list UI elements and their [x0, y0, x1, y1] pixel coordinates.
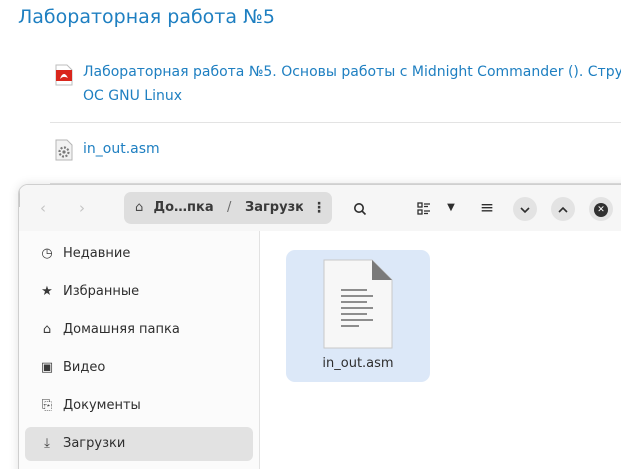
resource-pdf-title-line2: ОС GNU Linux [83, 88, 182, 104]
resource-pdf: Лабораторная работа №5. Основы работы с … [50, 60, 621, 123]
document-icon: ⎘ [41, 398, 53, 413]
close-button[interactable]: ✕ [589, 197, 613, 221]
file-item[interactable]: in_out.asm [286, 250, 430, 382]
gear-file-icon [55, 139, 73, 161]
text-file-icon [323, 259, 393, 349]
chevron-down-icon [520, 206, 530, 213]
resource-asm-link[interactable]: in_out.asm [83, 137, 621, 161]
home-icon: ⌂ [135, 200, 144, 215]
search-icon [354, 202, 367, 215]
resource-pdf-link[interactable]: Лабораторная работа №5. Основы работы с … [83, 60, 621, 108]
resource-asm: in_out.asm [50, 123, 621, 184]
maximize-button[interactable] [551, 197, 575, 221]
close-icon: ✕ [594, 202, 608, 217]
resource-pdf-title-line1: Лабораторная работа №5. Основы работы с … [83, 64, 621, 80]
star-icon: ★ [41, 284, 53, 299]
view-options-dropdown[interactable]: ▼ [443, 195, 459, 221]
download-icon: ⤓ [44, 436, 50, 451]
page: Лабораторная работа №5 Лабораторная рабо… [0, 0, 621, 469]
forward-button[interactable]: › [69, 195, 95, 221]
sidebar-item-label: Загрузки [63, 436, 126, 451]
sidebar-item-label: Избранные [63, 284, 140, 299]
view-mode-button[interactable] [411, 195, 437, 221]
clock-icon: ◷ [41, 246, 53, 261]
sidebar-item-downloads[interactable]: ⤓ Загрузки [25, 427, 253, 461]
list-view-icon [417, 201, 430, 215]
sidebar-item-home[interactable]: ⌂ Домашняя папка [25, 313, 253, 347]
view-button-divider [19, 185, 20, 207]
hamburger-menu-icon: ≡ [479, 198, 495, 218]
chevron-left-icon: ‹ [40, 199, 46, 217]
sidebar-item-starred[interactable]: ★ Избранные [25, 275, 253, 309]
path-home-button[interactable]: ⌂ До…пка [135, 192, 214, 224]
caret-down-icon: ▼ [447, 202, 455, 213]
places-sidebar: ◷ Недавние ★ Избранные ⌂ Домашняя папка … [19, 231, 260, 469]
page-heading: Лабораторная работа №5 [18, 6, 275, 28]
film-icon: ▣ [40, 360, 54, 375]
minimize-button[interactable] [513, 197, 537, 221]
back-button[interactable]: ‹ [30, 195, 56, 221]
file-grid: in_out.asm [260, 231, 621, 469]
sidebar-item-recent[interactable]: ◷ Недавние [25, 237, 253, 271]
path-menu-button[interactable]: ⋮ [312, 192, 326, 224]
search-button[interactable] [347, 195, 373, 221]
chevron-up-icon [558, 206, 568, 213]
path-bar: ⌂ До…пка / Загрузки ⋮ [124, 192, 332, 224]
main-menu-button[interactable]: ≡ [474, 195, 500, 221]
home-icon: ⌂ [42, 322, 52, 337]
path-home-label: До…пка [153, 200, 214, 215]
pdf-icon [55, 64, 73, 86]
path-current-button[interactable]: Загрузки [245, 192, 303, 224]
sidebar-item-label: Документы [63, 398, 141, 413]
chevron-right-icon: › [79, 199, 85, 217]
sidebar-item-videos[interactable]: ▣ Видео [25, 351, 253, 385]
vertical-dots-icon: ⋮ [312, 200, 326, 216]
sidebar-item-label: Видео [63, 360, 106, 375]
sidebar-item-documents[interactable]: ⎘ Документы [25, 389, 253, 423]
header-bar: ‹ › ⌂ До…пка / Загрузки ⋮ [19, 185, 621, 231]
sidebar-item-label: Домашняя папка [63, 322, 180, 337]
path-separator: / [227, 200, 232, 215]
file-chooser-dialog: ‹ › ⌂ До…пка / Загрузки ⋮ [18, 184, 621, 469]
sidebar-item-label: Недавние [63, 246, 131, 261]
file-name: in_out.asm [322, 356, 394, 371]
